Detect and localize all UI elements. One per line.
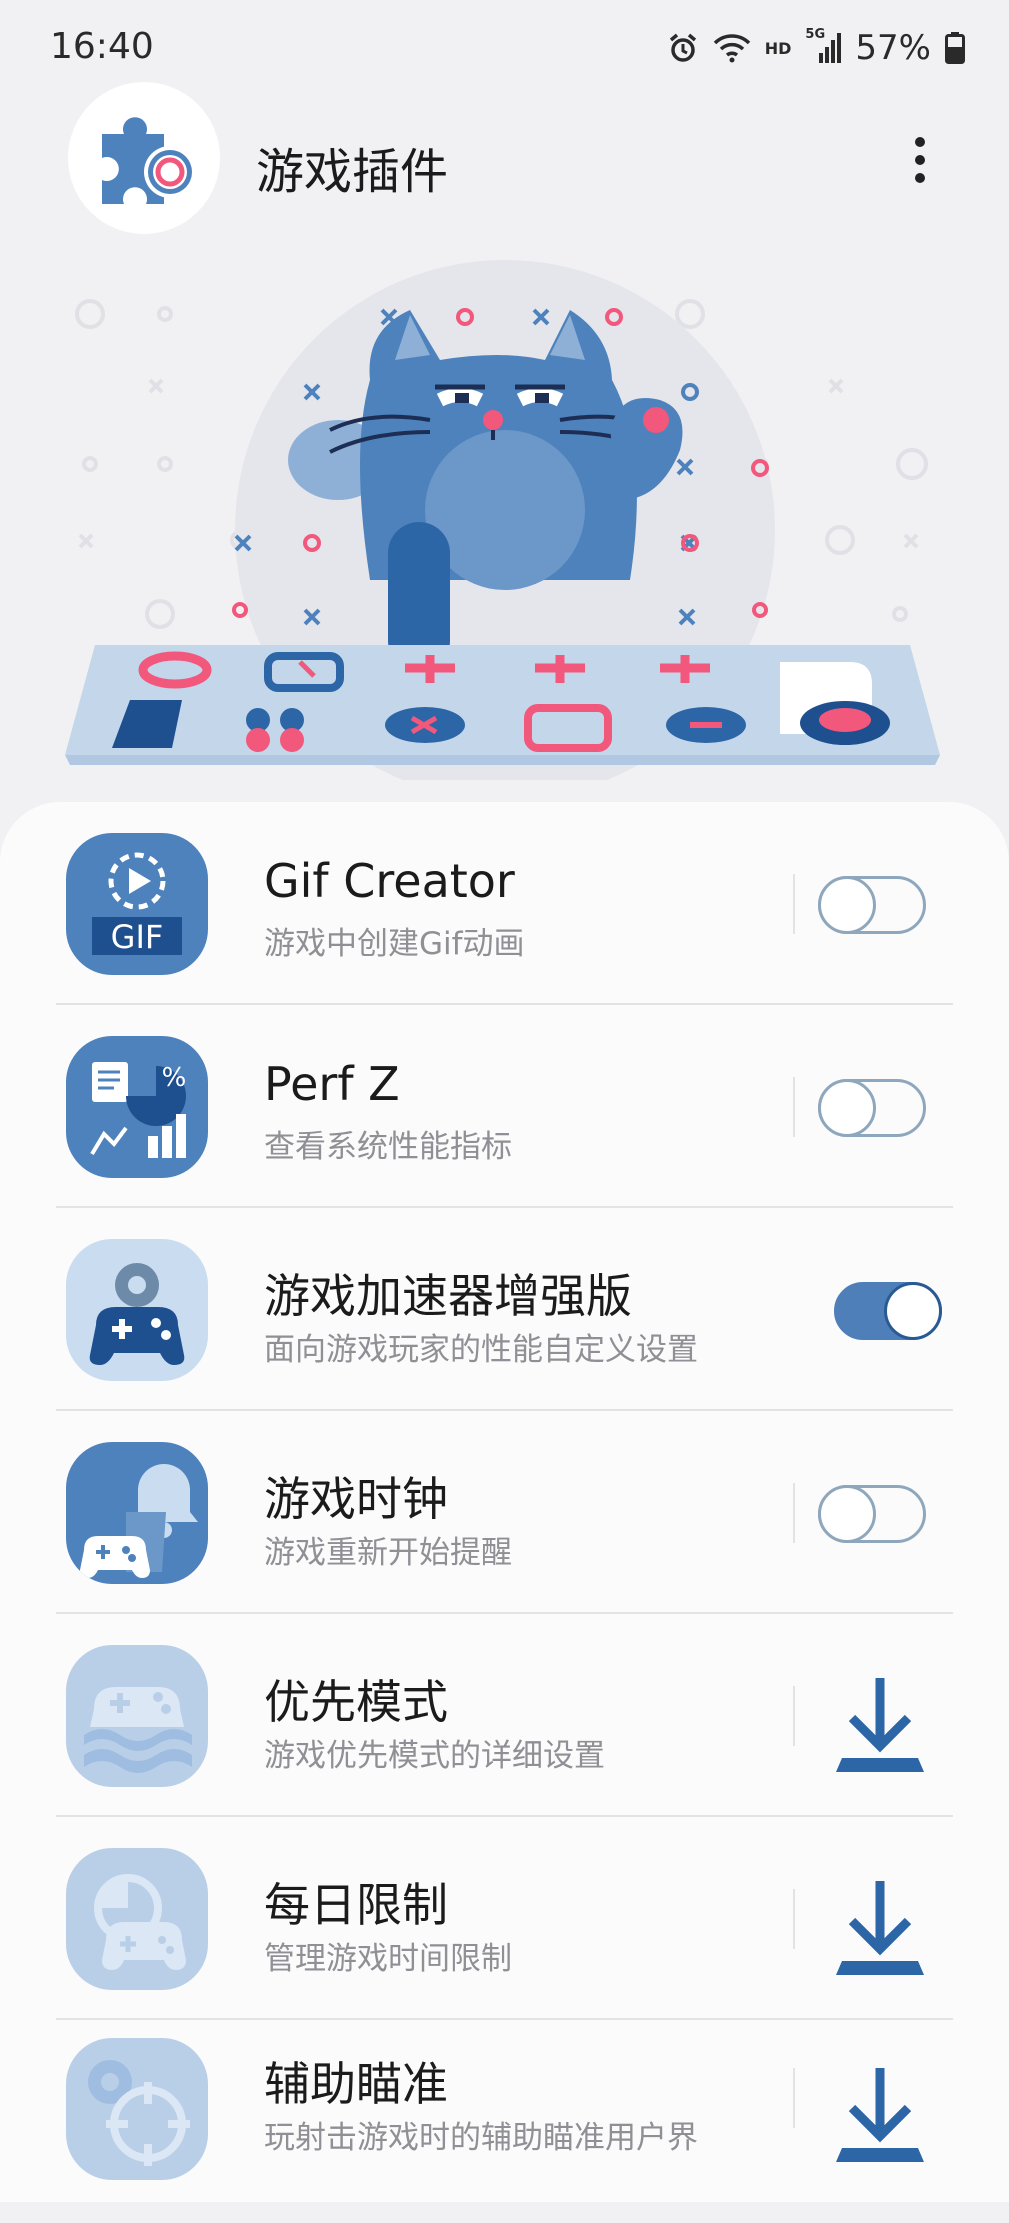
more-vert-icon-dot <box>915 173 925 183</box>
network-label: 5G <box>805 27 826 42</box>
plugin-row-aim-assist[interactable]: 辅助瞄准 玩射击游戏时的辅助瞄准用户界 <box>0 2020 1009 2223</box>
divider <box>793 1077 795 1137</box>
gamepad-gear-icon <box>66 1239 208 1381</box>
svg-text:%: % <box>162 1063 187 1093</box>
more-vert-icon-dot <box>915 155 925 165</box>
toggle-knob <box>884 1282 942 1340</box>
page-title: 游戏插件 <box>256 144 449 200</box>
plugin-row-priority-mode[interactable]: 优先模式 游戏优先模式的详细设置 <box>0 1614 1009 1817</box>
plugin-list: GIF Gif Creator 游戏中创建Gif动画 % Perf Z 查看系统… <box>0 802 1009 2202</box>
game-clock-toggle[interactable] <box>818 1485 926 1543</box>
download-button[interactable] <box>830 1873 930 1983</box>
svg-text:GIF: GIF <box>111 918 164 956</box>
toggle-knob <box>818 1079 876 1137</box>
game-booster-plus-toggle[interactable] <box>834 1282 942 1340</box>
header: 游戏插件 <box>0 80 1009 240</box>
timer-gamepad-icon <box>66 1848 208 1990</box>
plugin-title: 游戏时钟 <box>264 1472 448 1526</box>
plugin-row-perf-z[interactable]: % Perf Z 查看系统性能指标 <box>0 1005 1009 1208</box>
gif-icon: GIF <box>66 833 208 975</box>
plugin-row-game-booster-plus[interactable]: 游戏加速器增强版 面向游戏玩家的性能自定义设置 <box>0 1208 1009 1411</box>
plugin-title: Gif Creator <box>264 854 515 908</box>
divider <box>793 1483 795 1543</box>
plugin-title: 优先模式 <box>264 1675 448 1729</box>
crosshair-gear-icon <box>66 2038 208 2180</box>
download-icon <box>836 2068 924 2162</box>
performance-chart-icon: % <box>66 1036 208 1178</box>
divider <box>793 874 795 934</box>
download-button[interactable] <box>830 1670 930 1780</box>
plugin-row-game-clock[interactable]: 游戏时钟 游戏重新开始提醒 <box>0 1411 1009 1614</box>
toggle-knob <box>818 876 876 934</box>
cat-keyboard-illustration <box>0 250 1009 800</box>
plugin-description: 游戏重新开始提醒 <box>264 1535 512 1571</box>
plugin-description: 面向游戏玩家的性能自定义设置 <box>264 1332 698 1368</box>
battery-icon <box>945 32 965 64</box>
hd-badge: HD <box>764 38 792 58</box>
bell-gamepad-icon <box>66 1442 208 1584</box>
plugin-row-daily-limit[interactable]: 每日限制 管理游戏时间限制 <box>0 1817 1009 2020</box>
plugin-title: 辅助瞄准 <box>264 2057 448 2111</box>
more-vert-icon-dot <box>915 137 925 147</box>
alarm-icon <box>667 32 699 64</box>
download-icon <box>836 1678 924 1772</box>
plugin-description: 游戏中创建Gif动画 <box>264 926 525 962</box>
battery-percentage: 57% <box>855 28 931 68</box>
plugin-description: 管理游戏时间限制 <box>264 1941 512 1977</box>
plugin-description: 查看系统性能指标 <box>264 1129 512 1165</box>
divider <box>793 1889 795 1949</box>
plugin-title: 每日限制 <box>264 1878 448 1932</box>
download-icon <box>836 1881 924 1975</box>
plugin-row-gif-creator[interactable]: GIF Gif Creator 游戏中创建Gif动画 <box>0 802 1009 1005</box>
gamepad-waves-icon <box>66 1645 208 1787</box>
gif-creator-toggle[interactable] <box>818 876 926 934</box>
toggle-knob <box>818 1485 876 1543</box>
plugin-title: Perf Z <box>264 1057 400 1111</box>
puzzle-gear-icon <box>68 82 220 234</box>
status-time: 16:40 <box>50 26 154 67</box>
divider <box>793 1686 795 1746</box>
download-button[interactable] <box>830 2060 930 2170</box>
more-options-button[interactable] <box>900 120 940 200</box>
divider <box>793 2068 795 2128</box>
plugin-description: 玩射击游戏时的辅助瞄准用户界 <box>264 2120 698 2156</box>
wifi-icon <box>713 32 751 64</box>
status-icons: HD 5G 57% <box>667 26 965 70</box>
plugin-title: 游戏加速器增强版 <box>264 1269 632 1323</box>
perf-z-toggle[interactable] <box>818 1079 926 1137</box>
status-bar: 16:40 HD 5G 57% <box>0 0 1009 90</box>
plugin-description: 游戏优先模式的详细设置 <box>264 1738 605 1774</box>
signal-icon: 5G <box>805 27 842 65</box>
